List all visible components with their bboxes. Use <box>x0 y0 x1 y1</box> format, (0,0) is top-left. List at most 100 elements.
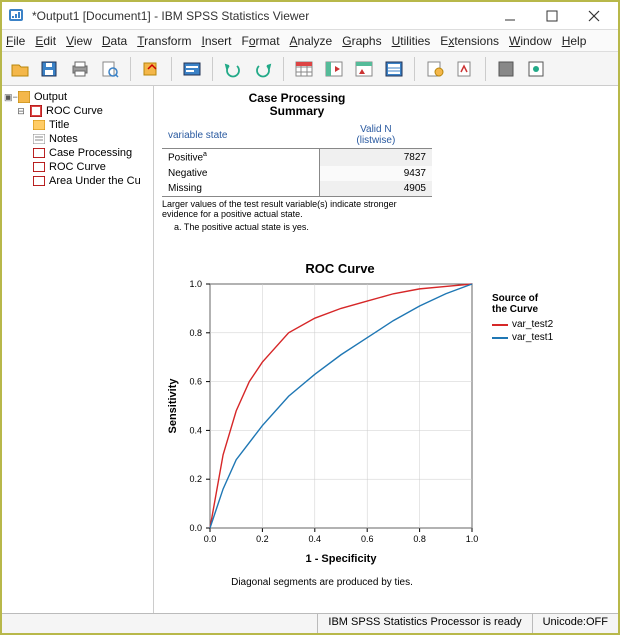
col-header: Valid N(listwise) <box>320 122 432 149</box>
tree-item-notes[interactable]: Notes <box>4 132 151 146</box>
svg-text:0.0: 0.0 <box>204 534 217 544</box>
svg-text:0.2: 0.2 <box>256 534 269 544</box>
tree-group[interactable]: ⊟ ROC Curve <box>4 104 151 118</box>
maximize-button[interactable] <box>534 4 570 28</box>
main-area: ▣− Output ⊟ ROC Curve Title Notes Case P… <box>2 86 618 613</box>
table-row: Missing4905 <box>162 181 432 197</box>
outline-pane[interactable]: ▣− Output ⊟ ROC Curve Title Notes Case P… <box>2 86 154 613</box>
svg-text:0.0: 0.0 <box>189 523 202 533</box>
case-processing-summary: Case ProcessingSummary variable state Va… <box>162 92 432 233</box>
table-row: Negative9437 <box>162 166 432 181</box>
save-icon[interactable] <box>36 55 64 83</box>
menu-graphs[interactable]: Graphs <box>342 34 381 48</box>
table-icon <box>32 175 46 187</box>
open-icon[interactable] <box>6 55 34 83</box>
svg-text:0.4: 0.4 <box>189 426 202 436</box>
toolbar <box>2 52 618 86</box>
menu-data[interactable]: Data <box>102 34 127 48</box>
window-title: *Output1 [Document1] - IBM SPSS Statisti… <box>32 9 486 23</box>
collapse-icon[interactable]: ⊟ <box>16 106 26 117</box>
chart-legend: Source ofthe Curve var_test2 var_test1 <box>492 293 553 345</box>
menu-window[interactable]: Window <box>509 34 552 48</box>
goto-variable-icon[interactable] <box>350 55 378 83</box>
menu-extensions[interactable]: Extensions <box>440 34 499 48</box>
print-icon[interactable] <box>66 55 94 83</box>
chart-icon <box>32 161 46 173</box>
tree-label: Title <box>49 119 69 131</box>
tree-item-auc[interactable]: Area Under the Cu <box>4 174 151 188</box>
svg-text:0.8: 0.8 <box>413 534 426 544</box>
menu-analyze[interactable]: Analyze <box>290 34 333 48</box>
toolbar-divider <box>171 57 172 81</box>
menu-utilities[interactable]: Utilities <box>392 34 431 48</box>
svg-text:1.0: 1.0 <box>189 279 202 289</box>
tree-item-title[interactable]: Title <box>4 118 151 132</box>
toolbar-divider <box>212 57 213 81</box>
close-button[interactable] <box>576 4 612 28</box>
select-last-icon[interactable] <box>421 55 449 83</box>
goto-data-icon[interactable] <box>290 55 318 83</box>
redo-icon[interactable] <box>249 55 277 83</box>
app-icon <box>8 7 26 25</box>
minimize-button[interactable] <box>492 4 528 28</box>
notes-icon <box>32 133 46 145</box>
designate-window-icon[interactable] <box>522 55 550 83</box>
menu-format[interactable]: Format <box>242 34 280 48</box>
tree-label: Output <box>34 91 67 103</box>
roc-chart-block: ROC Curve 0.00.20.40.60.81.00.00.20.40.6… <box>162 261 610 588</box>
legend-item: var_test2 <box>492 319 553 330</box>
svg-text:Sensitivity: Sensitivity <box>167 378 179 434</box>
menubar: File Edit View Data Transform Insert For… <box>2 30 618 52</box>
legend-item: var_test1 <box>492 332 553 343</box>
svg-text:1.0: 1.0 <box>466 534 479 544</box>
tree-label: Case Processing <box>49 147 132 159</box>
output-icon <box>17 91 31 103</box>
statusbar: IBM SPSS Statistics Processor is ready U… <box>2 613 618 633</box>
menu-help[interactable]: Help <box>562 34 587 48</box>
titlebar: *Output1 [Document1] - IBM SPSS Statisti… <box>2 2 618 30</box>
tree-label: ROC Curve <box>49 161 106 173</box>
stop-icon[interactable] <box>492 55 520 83</box>
svg-text:0.2: 0.2 <box>189 475 202 485</box>
menu-view[interactable]: View <box>66 34 92 48</box>
table-row: Positivea7827 <box>162 149 432 166</box>
export-icon[interactable] <box>137 55 165 83</box>
log-icon <box>29 105 43 117</box>
menu-file[interactable]: File <box>6 34 25 48</box>
toolbar-divider <box>130 57 131 81</box>
svg-text:0.6: 0.6 <box>361 534 374 544</box>
dialog-recall-icon[interactable] <box>178 55 206 83</box>
title-icon <box>32 119 46 131</box>
goto-case-icon[interactable] <box>320 55 348 83</box>
menu-transform[interactable]: Transform <box>137 34 191 48</box>
svg-text:0.8: 0.8 <box>189 328 202 338</box>
menu-edit[interactable]: Edit <box>35 34 56 48</box>
roc-chart: 0.00.20.40.60.81.00.00.20.40.60.81.01 - … <box>162 278 482 568</box>
print-preview-icon[interactable] <box>96 55 124 83</box>
tree-root[interactable]: ▣− Output <box>4 90 151 104</box>
menu-insert[interactable]: Insert <box>201 34 231 48</box>
chart-title: ROC Curve <box>162 261 482 276</box>
variables-icon[interactable] <box>380 55 408 83</box>
col-header: variable state <box>162 122 320 149</box>
svg-text:0.4: 0.4 <box>309 534 322 544</box>
tree-item-case-processing[interactable]: Case Processing <box>4 146 151 160</box>
tree-label: Area Under the Cu <box>49 175 141 187</box>
tree-label: ROC Curve <box>46 105 103 117</box>
legend-title: Source ofthe Curve <box>492 293 553 315</box>
table-icon <box>32 147 46 159</box>
collapse-icon[interactable]: ▣− <box>4 92 14 103</box>
toolbar-divider <box>485 57 486 81</box>
cps-title: Case ProcessingSummary <box>162 92 432 118</box>
toolbar-divider <box>283 57 284 81</box>
content-pane[interactable]: Case ProcessingSummary variable state Va… <box>154 86 618 613</box>
tree-item-roc[interactable]: ROC Curve <box>4 160 151 174</box>
cps-table: variable state Valid N(listwise) Positiv… <box>162 122 432 196</box>
chart-footnote: Diagonal segments are produced by ties. <box>162 577 482 588</box>
status-processor: IBM SPSS Statistics Processor is ready <box>317 614 531 633</box>
toolbar-divider <box>414 57 415 81</box>
undo-icon[interactable] <box>219 55 247 83</box>
tree-label: Notes <box>49 133 78 145</box>
associate-icon[interactable] <box>451 55 479 83</box>
cps-footnote: a. The positive actual state is yes. <box>162 223 432 233</box>
